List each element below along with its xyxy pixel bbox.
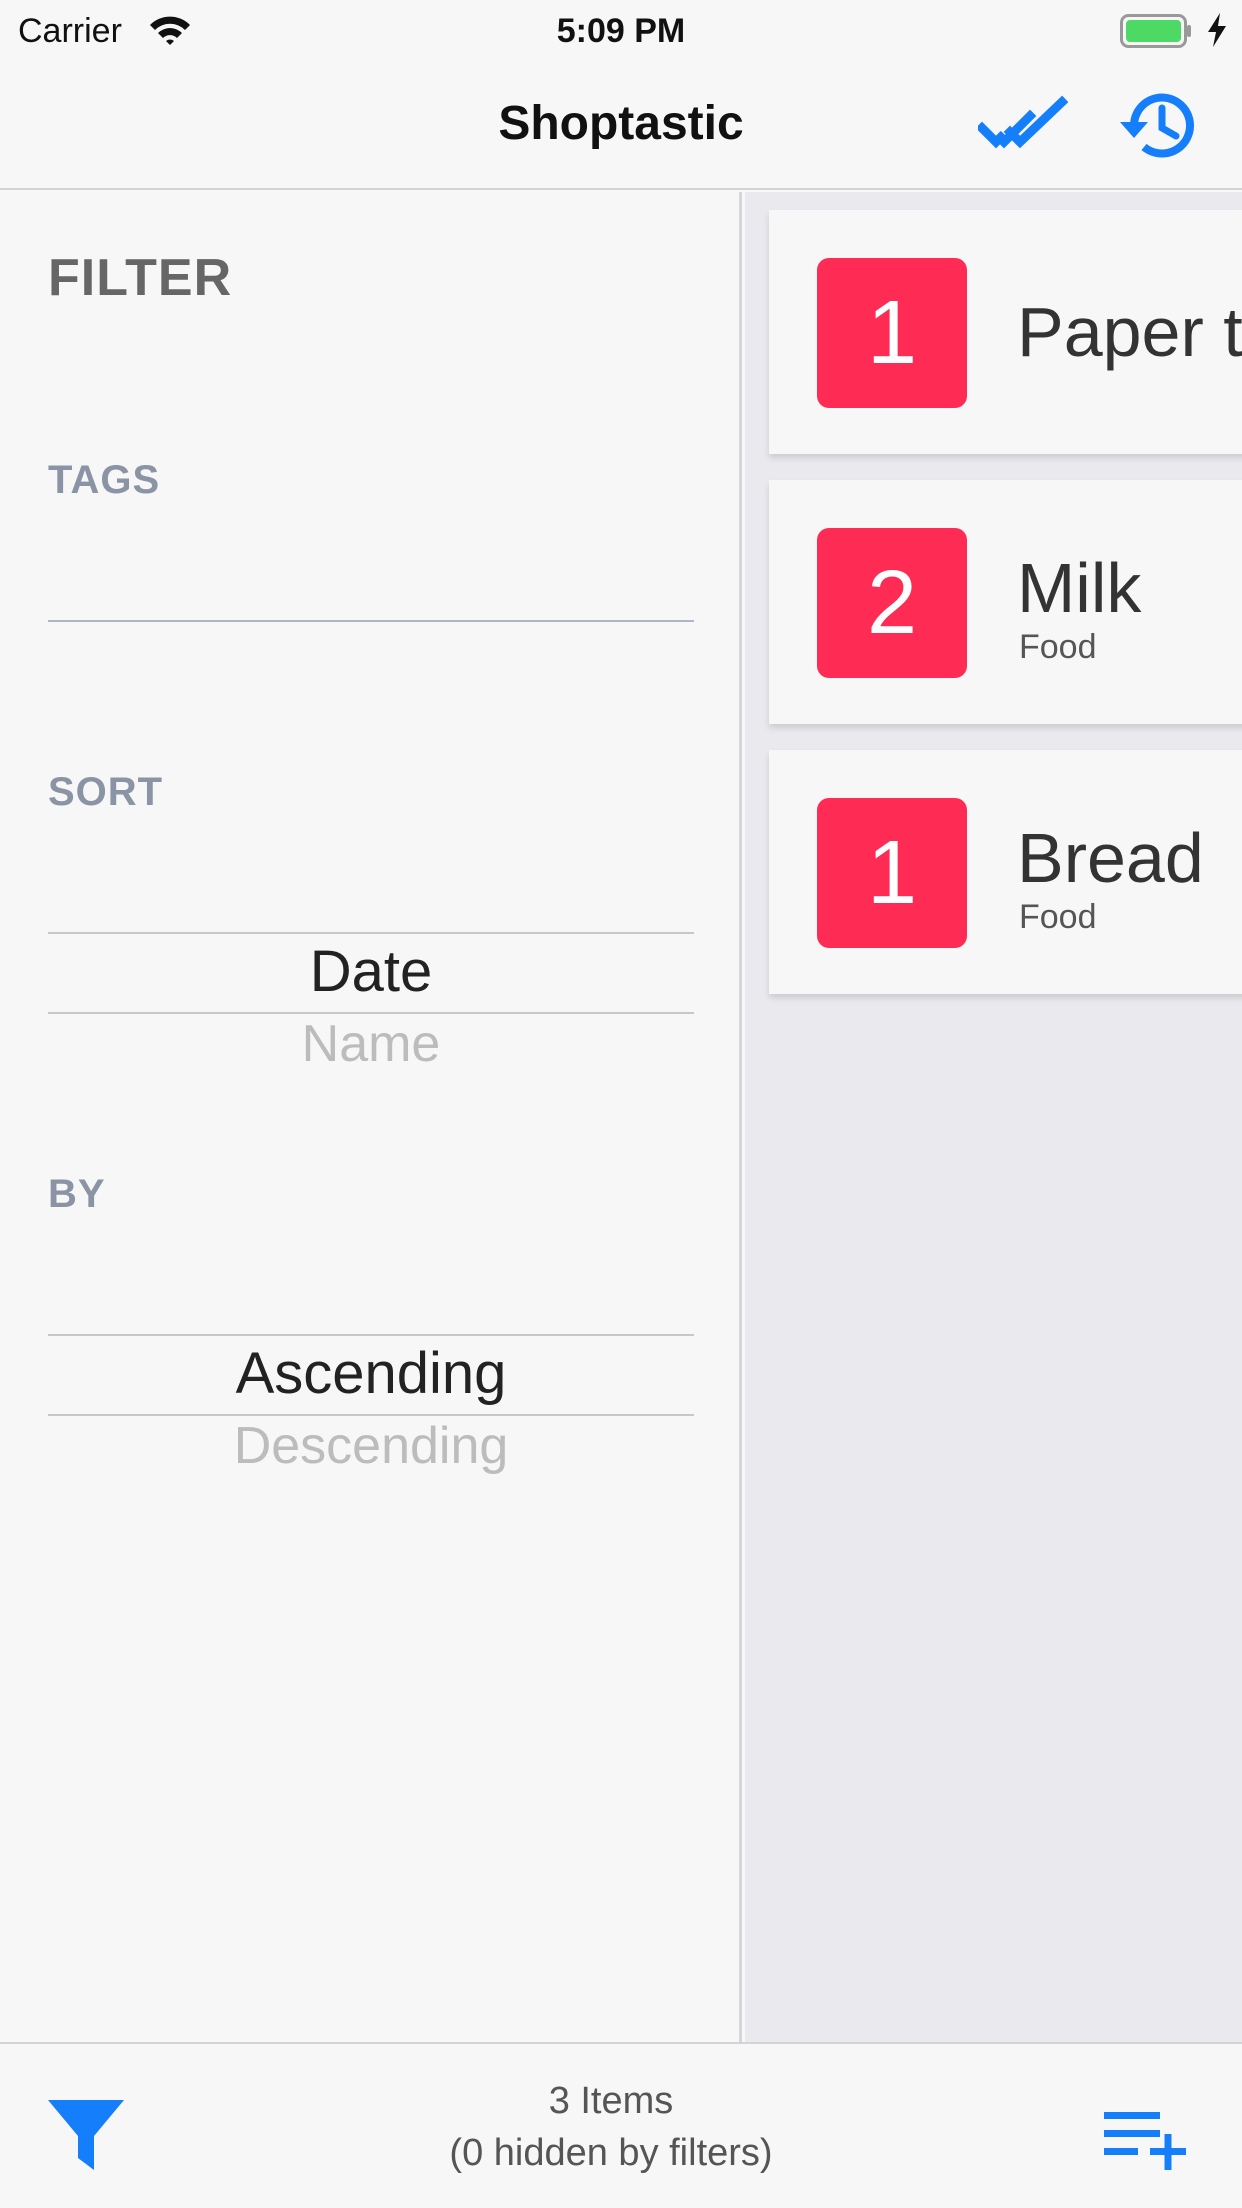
shopping-list: 1 Paper towels 2 Milk Food 1 Bread Food [745, 192, 1242, 2042]
tags-input[interactable] [48, 532, 694, 622]
quantity-badge: 1 [817, 258, 967, 408]
item-tag: Food [1019, 628, 1097, 666]
nav-bar: Shoptastic [0, 62, 1242, 190]
by-label: BY [48, 1172, 106, 1216]
item-tag: Food [1019, 898, 1097, 936]
sort-label: SORT [48, 770, 164, 814]
picker-divider [48, 1334, 694, 1336]
hidden-count: (0 hidden by filters) [449, 2132, 773, 2174]
list-item[interactable]: 1 Paper towels [769, 210, 1242, 454]
sort-option-next[interactable]: Name [48, 1014, 694, 1074]
order-picker[interactable]: Ascending Descending [48, 1334, 694, 1484]
status-bar: Carrier 5:09 PM [0, 0, 1242, 62]
charging-bolt-icon [1208, 13, 1226, 47]
battery-icon [1120, 14, 1191, 48]
history-icon[interactable] [1118, 86, 1200, 166]
double-check-icon[interactable] [978, 94, 1068, 158]
bottom-toolbar: 3 Items (0 hidden by filters) [0, 2042, 1242, 2208]
item-name: Bread [1017, 819, 1204, 897]
quantity-badge: 2 [817, 528, 967, 678]
item-count: 3 Items [548, 2080, 674, 2122]
list-item[interactable]: 2 Milk Food [769, 480, 1242, 724]
sort-option-selected[interactable]: Date [48, 938, 694, 1005]
status-time: 5:09 PM [556, 12, 686, 50]
order-option-next[interactable]: Descending [48, 1416, 694, 1476]
list-item[interactable]: 1 Bread Food [769, 750, 1242, 994]
filter-heading: FILTER [48, 249, 233, 307]
quantity-badge: 1 [817, 798, 967, 948]
picker-divider [48, 932, 694, 934]
add-to-list-icon[interactable] [1102, 2108, 1188, 2172]
tags-label: TAGS [48, 458, 161, 502]
item-name: Milk [1017, 549, 1142, 627]
sort-picker[interactable]: Date Name [48, 932, 694, 1082]
item-name: Paper towels [1017, 293, 1242, 371]
filter-panel: FILTER TAGS SORT Date Name BY Ascending … [0, 192, 742, 2042]
order-option-selected[interactable]: Ascending [48, 1340, 694, 1407]
